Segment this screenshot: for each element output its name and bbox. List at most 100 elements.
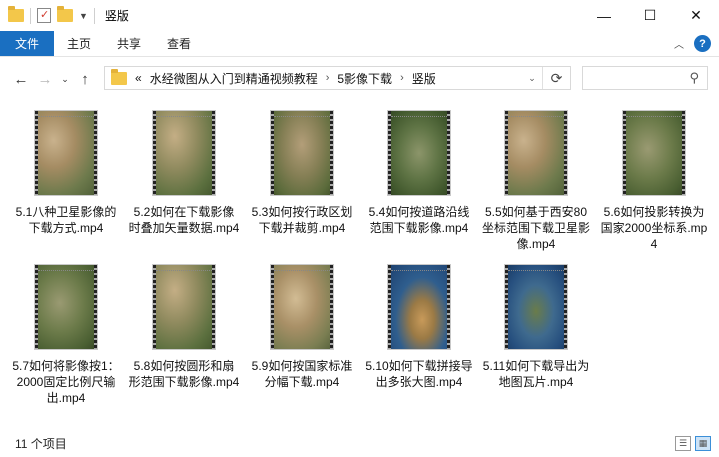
film-strip	[447, 111, 450, 195]
video-thumbnail[interactable]	[504, 264, 568, 350]
maximize-button[interactable]: ☐	[627, 0, 673, 31]
breadcrumb-item[interactable]: 竖版	[412, 70, 436, 87]
refresh-icon[interactable]: ⟳	[542, 67, 570, 89]
video-thumbnail[interactable]	[270, 110, 334, 196]
file-item[interactable]: 5.6如何投影转换为国家2000坐标系.mp4	[598, 110, 710, 252]
film-strip	[212, 265, 215, 349]
status-bar: 11 个项目 ☰ ▦	[0, 430, 719, 457]
file-item[interactable]: 5.10如何下载拼接导出多张大图.mp4	[363, 264, 475, 390]
tab-home[interactable]: 主页	[54, 31, 104, 56]
large-icons-view-icon[interactable]: ▦	[695, 436, 711, 451]
file-item[interactable]: 5.9如何按国家标准分幅下载.mp4	[246, 264, 358, 390]
video-thumbnail[interactable]	[152, 264, 216, 350]
file-name[interactable]: 5.8如何按圆形和扇形范围下载影像.mp4	[128, 358, 240, 390]
customize-toolbar-dropdown-icon[interactable]: ▼	[79, 11, 88, 21]
file-item[interactable]: 5.2如何在下载影像时叠加矢量数据.mp4	[128, 110, 240, 236]
file-item[interactable]: 5.4如何按道路沿线范围下载影像.mp4	[363, 110, 475, 236]
search-input[interactable]: ⚲	[582, 66, 708, 90]
film-strip	[271, 265, 274, 349]
video-thumbnail[interactable]	[504, 110, 568, 196]
film-strip	[212, 111, 215, 195]
breadcrumb-separator-icon[interactable]: ›	[400, 72, 404, 84]
close-button[interactable]: ✕	[673, 0, 719, 31]
file-name[interactable]: 5.7如何将影像按1：2000固定比例尺输出.mp4	[10, 358, 122, 406]
file-item[interactable]: 5.1八种卫星影像的下载方式.mp4	[10, 110, 122, 236]
breadcrumb-item[interactable]: 水经微图从入门到精通视频教程	[150, 70, 318, 87]
file-name[interactable]: 5.11如何下载导出为地图瓦片.mp4	[480, 358, 592, 390]
film-strip	[564, 111, 567, 195]
film-strip	[564, 265, 567, 349]
film-strip	[94, 111, 97, 195]
video-thumbnail[interactable]	[387, 110, 451, 196]
properties-icon[interactable]	[37, 8, 51, 23]
ribbon-tabs: 文件 主页 共享 查看 ︿ ?	[0, 31, 719, 57]
breadcrumb-separator-icon[interactable]: ›	[326, 72, 330, 84]
tab-file[interactable]: 文件	[0, 31, 55, 56]
ribbon-controls: ︿ ?	[674, 35, 711, 52]
film-strip	[330, 111, 333, 195]
file-name[interactable]: 5.6如何投影转换为国家2000坐标系.mp4	[598, 204, 710, 252]
file-name[interactable]: 5.1八种卫星影像的下载方式.mp4	[10, 204, 122, 236]
film-strip	[505, 111, 508, 195]
quick-access-toolbar: ▼	[0, 6, 95, 24]
file-item[interactable]: 5.8如何按圆形和扇形范围下载影像.mp4	[128, 264, 240, 390]
up-arrow-icon[interactable]: ↑	[74, 68, 96, 90]
forward-arrow-icon[interactable]: →	[34, 68, 56, 90]
film-strip	[153, 265, 156, 349]
file-name[interactable]: 5.3如何按行政区划下载并裁剪.mp4	[246, 204, 358, 236]
address-bar[interactable]: « 水经微图从入门到精通视频教程 › 5影像下载 › 竖版 ⌄ ⟳	[104, 66, 571, 90]
film-strip	[153, 111, 156, 195]
video-thumbnail[interactable]	[387, 264, 451, 350]
film-strip	[35, 111, 38, 195]
new-folder-icon[interactable]	[57, 6, 73, 22]
video-thumbnail[interactable]	[152, 110, 216, 196]
file-name[interactable]: 5.5如何基于西安80坐标范围下载卫星影像.mp4	[480, 204, 592, 252]
film-strip	[447, 265, 450, 349]
breadcrumb-overflow[interactable]: «	[135, 71, 142, 85]
film-strip	[94, 265, 97, 349]
navigation-bar: ← → ⌄ ↑ « 水经微图从入门到精通视频教程 › 5影像下载 › 竖版 ⌄ …	[0, 57, 719, 100]
video-thumbnail[interactable]	[270, 264, 334, 350]
file-list: 5.1八种卫星影像的下载方式.mp4 5.2如何在下载影像时叠加矢量数据.mp4 5…	[0, 100, 719, 430]
details-view-icon[interactable]: ☰	[675, 436, 691, 451]
address-dropdown-icon[interactable]: ⌄	[522, 67, 542, 89]
address-bar-controls: ⌄ ⟳	[522, 67, 570, 89]
folder-icon[interactable]	[8, 6, 24, 22]
window-controls: — ☐ ✕	[581, 0, 719, 31]
tab-view[interactable]: 查看	[154, 31, 204, 56]
breadcrumb-item[interactable]: 5影像下载	[337, 70, 392, 87]
chevron-up-icon[interactable]: ︿	[674, 36, 684, 51]
tab-share[interactable]: 共享	[104, 31, 154, 56]
file-name[interactable]: 5.2如何在下载影像时叠加矢量数据.mp4	[128, 204, 240, 236]
folder-icon	[111, 68, 127, 85]
film-strip	[682, 111, 685, 195]
film-strip	[623, 111, 626, 195]
film-strip	[388, 265, 391, 349]
video-thumbnail[interactable]	[622, 110, 686, 196]
film-strip	[505, 265, 508, 349]
file-name[interactable]: 5.9如何按国家标准分幅下载.mp4	[246, 358, 358, 390]
file-item[interactable]: 5.5如何基于西安80坐标范围下载卫星影像.mp4	[480, 110, 592, 252]
view-toggle: ☰ ▦	[675, 436, 711, 451]
back-arrow-icon[interactable]: ←	[10, 68, 32, 90]
search-icon: ⚲	[689, 70, 699, 85]
toolbar-divider	[30, 7, 31, 24]
video-thumbnail[interactable]	[34, 110, 98, 196]
film-strip	[330, 265, 333, 349]
window-title: 竖版	[104, 9, 129, 23]
film-strip	[388, 111, 391, 195]
file-item[interactable]: 5.7如何将影像按1：2000固定比例尺输出.mp4	[10, 264, 122, 406]
minimize-button[interactable]: —	[581, 0, 627, 31]
item-count: 11 个项目	[15, 437, 67, 451]
title-bar: ▼ 竖版 — ☐ ✕	[0, 0, 719, 31]
file-name[interactable]: 5.10如何下载拼接导出多张大图.mp4	[363, 358, 475, 390]
toolbar-divider	[93, 7, 95, 24]
file-item[interactable]: 5.3如何按行政区划下载并裁剪.mp4	[246, 110, 358, 236]
file-item[interactable]: 5.11如何下载导出为地图瓦片.mp4	[480, 264, 592, 390]
file-name[interactable]: 5.4如何按道路沿线范围下载影像.mp4	[363, 204, 475, 236]
recent-locations-chevron-icon[interactable]: ⌄	[58, 68, 72, 90]
film-strip	[35, 265, 38, 349]
film-strip	[271, 111, 274, 195]
video-thumbnail[interactable]	[34, 264, 98, 350]
help-icon[interactable]: ?	[694, 35, 711, 52]
